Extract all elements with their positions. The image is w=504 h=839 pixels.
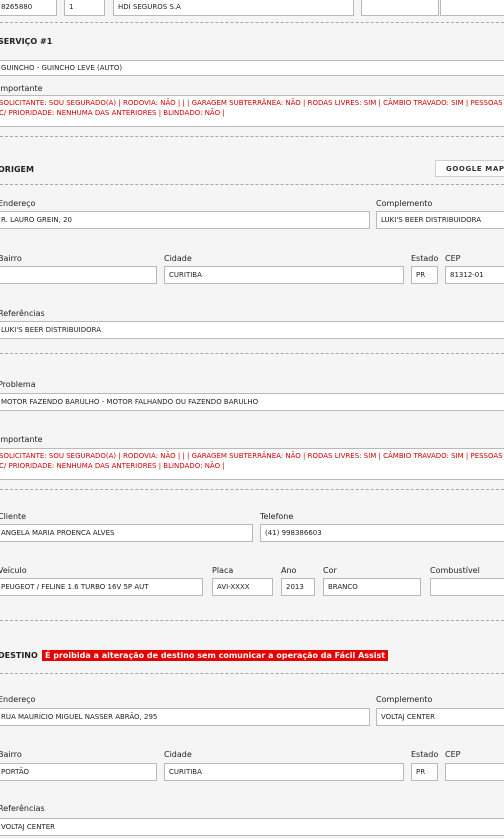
color-label: Cor: [323, 566, 337, 575]
origin-city-label: Cidade: [164, 254, 192, 263]
service-important-textarea[interactable]: SOLICITANTE: SOU SEGURADO(A) | RODOVIA: …: [0, 95, 504, 127]
origin-state-label: Estado: [411, 254, 439, 263]
destination-district-value: PORTÃO: [1, 767, 29, 776]
origin-address-field[interactable]: R. LAURO GREIN, 20: [0, 211, 370, 229]
divider: [0, 184, 504, 185]
service-important-text: SOLICITANTE: SOU SEGURADO(A) | RODOVIA: …: [0, 99, 503, 117]
protocol-field[interactable]: 8265880: [0, 0, 57, 16]
vehicle-label: Veículo: [0, 566, 27, 575]
phone-field[interactable]: (41) 998386603: [260, 524, 504, 542]
color-value: BRANCO: [328, 582, 358, 591]
year-label: Ano: [281, 566, 297, 575]
service-important-label: Importante: [0, 84, 43, 93]
origin-district-field[interactable]: [0, 266, 157, 284]
origin-city-field[interactable]: CURITIBA: [164, 266, 404, 284]
client-name-value: ANGELA MARIA PROENCA ALVES: [1, 528, 115, 537]
origin-cep-field[interactable]: 81312-01: [445, 266, 504, 284]
destination-state-field[interactable]: PR: [411, 763, 438, 781]
plate-field[interactable]: AVI-XXXX: [212, 578, 273, 596]
plate-label: Placa: [212, 566, 234, 575]
destination-cep-field[interactable]: [445, 763, 504, 781]
client-name-field[interactable]: ANGELA MARIA PROENCA ALVES: [0, 524, 253, 542]
protocol-value: 8265880: [1, 2, 33, 11]
divider: [0, 620, 504, 621]
origin-title: ORIGEM: [0, 165, 34, 174]
origin-district-label: Bairro: [0, 254, 22, 263]
origin-complement-label: Complemento: [376, 199, 433, 208]
phone-label: Telefone: [260, 512, 294, 521]
divider: [0, 353, 504, 354]
service-type-value: GUINCHO - GUINCHO LEVE (AUTO): [1, 63, 123, 72]
origin-references-label: Referências: [0, 309, 45, 318]
service-title: SERVIÇO #1: [0, 37, 53, 46]
vehicle-model-field[interactable]: PEUGEOT / FELINE 1.6 TURBO 16V 5P AUT: [0, 578, 203, 596]
divider: [0, 136, 504, 137]
origin-cep-label: CEP: [445, 254, 461, 263]
destination-district-label: Bairro: [0, 750, 22, 759]
destination-city-field[interactable]: CURITIBA: [164, 763, 404, 781]
divider: [0, 489, 504, 490]
destination-references-label: Referências: [0, 804, 45, 813]
insurer-value: HDI SEGUROS S.A: [118, 2, 181, 11]
destination-complement-value: VOLTAJ CENTER: [381, 712, 436, 721]
sequence-value: 1: [69, 2, 74, 11]
google-maps-label: GOOGLE MAPS: [446, 164, 504, 173]
origin-complement-value: LUKI'S BEER DISTRIBUIDORA: [381, 215, 482, 224]
destination-complement-field[interactable]: VOLTAJ CENTER: [376, 708, 504, 726]
destination-district-field[interactable]: PORTÃO: [0, 763, 157, 781]
destination-address-label: Endereço: [0, 695, 36, 704]
insurer-field[interactable]: HDI SEGUROS S.A: [113, 0, 354, 16]
fuel-field[interactable]: [430, 578, 504, 596]
destination-state-value: PR: [416, 767, 426, 776]
google-maps-button[interactable]: GOOGLE MAPS: [435, 160, 504, 177]
problem-important-text: SOLICITANTE: SOU SEGURADO(A) | RODOVIA: …: [0, 452, 503, 470]
origin-city-value: CURITIBA: [169, 270, 202, 279]
year-field[interactable]: 2013: [281, 578, 315, 596]
service-type-field[interactable]: GUINCHO - GUINCHO LEVE (AUTO): [0, 60, 504, 76]
destination-city-value: CURITIBA: [169, 767, 202, 776]
sequence-field[interactable]: 1: [64, 0, 105, 16]
problem-label: Problema: [0, 380, 36, 389]
problem-important-label: Importante: [0, 435, 43, 444]
origin-references-value: LUKI'S BEER DISTRIBUIDORA: [1, 325, 102, 334]
origin-complement-field[interactable]: LUKI'S BEER DISTRIBUIDORA: [376, 211, 504, 229]
problem-value: MOTOR FAZENDO BARULHO - MOTOR FALHANDO O…: [1, 397, 259, 406]
year-value: 2013: [286, 582, 304, 591]
origin-address-label: Endereço: [0, 199, 36, 208]
top-empty-field-2[interactable]: [440, 0, 504, 16]
plate-value: AVI-XXXX: [217, 582, 250, 591]
origin-cep-value: 81312-01: [450, 270, 484, 279]
client-label: Cliente: [0, 512, 27, 521]
phone-value: (41) 998386603: [265, 528, 322, 537]
problem-important-textarea[interactable]: SOLICITANTE: SOU SEGURADO(A) | RODOVIA: …: [0, 448, 504, 480]
origin-state-value: PR: [416, 270, 426, 279]
origin-address-value: R. LAURO GREIN, 20: [1, 215, 73, 224]
destination-cep-label: CEP: [445, 750, 461, 759]
divider: [0, 22, 504, 23]
destination-references-field[interactable]: VOLTAJ CENTER: [0, 818, 504, 836]
divider: [0, 673, 504, 674]
origin-references-field[interactable]: LUKI'S BEER DISTRIBUIDORA: [0, 321, 504, 339]
origin-state-field[interactable]: PR: [411, 266, 438, 284]
fuel-label: Combustível: [430, 566, 480, 575]
color-field[interactable]: BRANCO: [323, 578, 421, 596]
destination-references-value: VOLTAJ CENTER: [1, 822, 56, 831]
destination-address-value: RUA MAURÍCIO MIGUEL NASSER ABRÃO, 295: [1, 712, 158, 721]
destination-city-label: Cidade: [164, 750, 192, 759]
top-empty-field-1[interactable]: [361, 0, 439, 16]
vehicle-model-value: PEUGEOT / FELINE 1.6 TURBO 16V 5P AUT: [1, 582, 149, 591]
destination-title: DESTINO: [0, 651, 38, 660]
problem-field[interactable]: MOTOR FAZENDO BARULHO - MOTOR FALHANDO O…: [0, 393, 504, 411]
destination-address-field[interactable]: RUA MAURÍCIO MIGUEL NASSER ABRÃO, 295: [0, 708, 370, 726]
destination-state-label: Estado: [411, 750, 439, 759]
destination-warning-badge: É proibida a alteração de destino sem co…: [42, 650, 389, 661]
destination-complement-label: Complemento: [376, 695, 433, 704]
